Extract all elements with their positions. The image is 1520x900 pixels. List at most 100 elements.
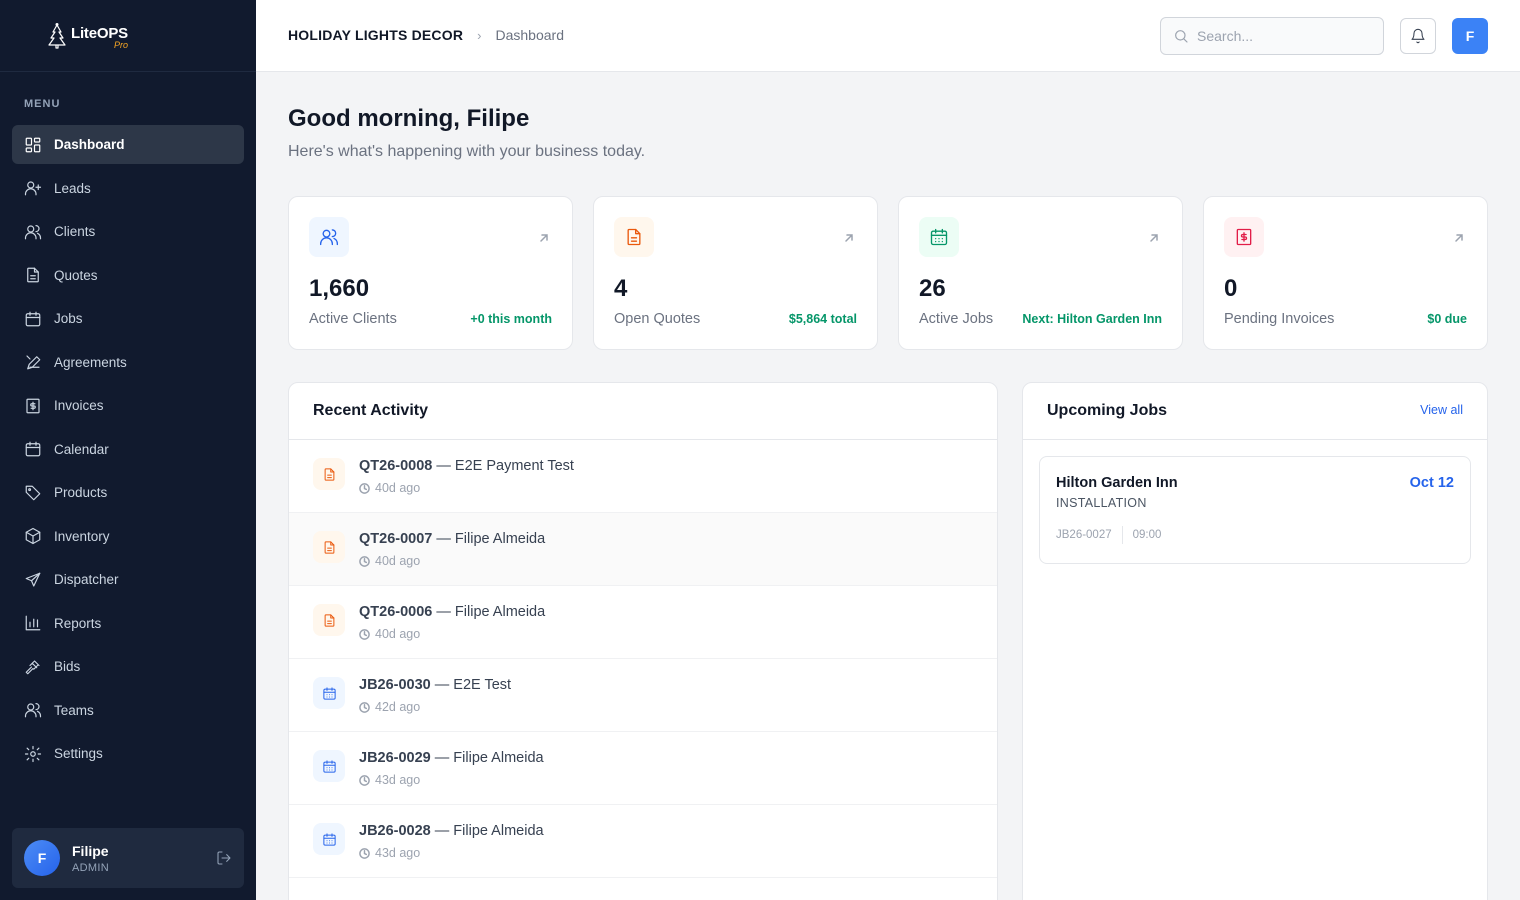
activity-time-text: 40d ago — [375, 481, 421, 495]
notifications-button[interactable] — [1400, 18, 1436, 54]
sidebar-item-calendar[interactable]: Calendar — [12, 430, 244, 469]
signature-icon — [26, 355, 41, 370]
tag-icon — [25, 485, 41, 500]
sidebar-item-label: Dashboard — [54, 137, 125, 152]
sidebar-item-label: Calendar — [54, 441, 109, 457]
user-info: Filipe ADMIN — [72, 843, 109, 874]
activity-time-text: 43d ago — [375, 846, 421, 860]
users-icon — [24, 703, 42, 718]
activity-time-text: 40d ago — [375, 627, 421, 641]
activity-icon-box — [313, 823, 345, 855]
activity-icon-box — [313, 604, 345, 636]
stat-card-clients[interactable]: 1,660 Active Clients +0 this month — [288, 196, 573, 350]
activity-icon-box — [313, 677, 345, 709]
activity-text: — E2E Payment Test — [432, 458, 574, 474]
activity-item[interactable]: JB26-0029 — Filipe Almeida 43d ago — [289, 732, 997, 805]
sidebar-item-inventory[interactable]: Inventory — [12, 517, 244, 556]
activity-icon-box — [313, 531, 345, 563]
stat-icon-box — [919, 217, 959, 257]
sidebar-item-label: Products — [54, 485, 108, 500]
activity-text: — Filipe Almeida — [430, 823, 544, 839]
sidebar-item-reports[interactable]: Reports — [12, 604, 244, 643]
sidebar-item-settings[interactable]: Settings — [12, 734, 244, 773]
sidebar-item-teams[interactable]: Teams — [12, 691, 244, 730]
activity-item[interactable]: JB26-0028 — Filipe Almeida 43d ago — [289, 805, 997, 878]
activity-title: JB26-0028 — Filipe Almeida — [359, 823, 544, 839]
activity-code: QT26-0006 — [359, 604, 433, 620]
card-title: Upcoming Jobs — [1047, 402, 1168, 419]
activity-item[interactable]: QT26-0006 — Filipe Almeida 40d ago — [289, 586, 997, 659]
activity-time: 42d ago — [359, 700, 420, 714]
sidebar-item-label: Agreements — [54, 354, 127, 370]
sidebar-item-label: Teams — [54, 702, 94, 718]
job-code: JB26-0027 — [1056, 529, 1112, 541]
sidebar-item-products[interactable]: Products — [12, 473, 244, 512]
job-name: Hilton Garden Inn — [1056, 475, 1178, 491]
activity-time-text: 40d ago — [375, 554, 421, 568]
sidebar-item-quotes[interactable]: Quotes — [12, 256, 244, 295]
view-all-link[interactable]: View all — [1420, 403, 1463, 417]
activity-text: — E2E Test — [430, 677, 512, 693]
stat-card-invoices[interactable]: 0 Pending Invoices $0 due — [1203, 196, 1488, 350]
activity-icon-box — [313, 458, 345, 490]
stat-label: Active Jobs — [919, 311, 994, 327]
stat-note: +0 this month — [470, 312, 552, 326]
logo-text: LiteOPS Pro — [71, 26, 128, 50]
chevron-right-icon: › — [477, 27, 482, 43]
search-input[interactable] — [1197, 28, 1367, 44]
sidebar-item-label: Reports — [54, 615, 102, 631]
activity-title: JB26-0030 — E2E Test — [359, 677, 511, 693]
calendar-icon — [322, 686, 336, 700]
sidebar-item-leads[interactable]: Leads — [12, 169, 244, 208]
arrow-up-right-icon — [538, 231, 550, 243]
activity-item[interactable]: QT26-0008 — E2E Payment Test 40d ago — [289, 440, 997, 513]
activity-item[interactable]: JB26-0030 — E2E Test 42d ago — [289, 659, 997, 732]
arrow-up-right-icon — [1453, 231, 1465, 243]
logout-icon[interactable] — [216, 850, 232, 866]
job-time: 09:00 — [1132, 529, 1162, 541]
user-card[interactable]: F Filipe ADMIN — [12, 828, 244, 888]
user-role: ADMIN — [72, 861, 109, 874]
search-icon — [1175, 30, 1188, 43]
sidebar-item-invoices[interactable]: Invoices — [12, 386, 244, 425]
breadcrumb-company[interactable]: HOLIDAY LIGHTS DECOR — [288, 27, 463, 43]
sidebar-item-label: Quotes — [54, 267, 98, 283]
sidebar-item-jobs[interactable]: Jobs — [12, 299, 244, 338]
divider — [1023, 439, 1487, 440]
arrow-up-right-icon — [1148, 231, 1160, 243]
activity-time: 40d ago — [359, 481, 420, 495]
sidebar-item-dashboard[interactable]: Dashboard — [12, 125, 244, 164]
avatar-button[interactable]: F — [1452, 18, 1488, 54]
job-card[interactable]: Hilton Garden Inn INSTALLATION Oct 12 JB… — [1039, 456, 1471, 564]
activity-code: JB26-0030 — [359, 677, 431, 693]
logo[interactable]: LiteOPS Pro — [0, 0, 256, 72]
activity-title: QT26-0008 — E2E Payment Test — [359, 458, 574, 474]
sidebar-item-bids[interactable]: Bids — [12, 647, 244, 686]
sidebar: LiteOPS Pro MENU Dashboard Leads Clients… — [0, 0, 256, 900]
stat-icon-box — [614, 217, 654, 257]
activity-title: QT26-0006 — Filipe Almeida — [359, 604, 545, 620]
stat-card-jobs[interactable]: 26 Active Jobs Next: Hilton Garden Inn — [898, 196, 1183, 350]
sidebar-item-agreements[interactable]: Agreements — [12, 343, 244, 382]
breadcrumb-page: Dashboard — [495, 27, 564, 43]
send-icon — [25, 572, 41, 587]
activity-item[interactable]: QT26-0007 — Filipe Almeida 40d ago — [289, 513, 997, 586]
activity-title: JB26-0029 — Filipe Almeida — [359, 750, 544, 766]
sidebar-item-label: Inventory — [54, 528, 110, 544]
gavel-icon — [25, 659, 40, 674]
sidebar-item-clients[interactable]: Clients — [12, 212, 244, 251]
stat-card-quotes[interactable]: 4 Open Quotes $5,864 total — [593, 196, 878, 350]
dollar-document-icon — [1236, 228, 1252, 246]
document-icon — [627, 228, 641, 246]
activity-time-text: 42d ago — [375, 700, 421, 714]
search-box[interactable] — [1160, 17, 1384, 55]
sidebar-nav: Dashboard Leads Clients Quotes Jobs Agre… — [12, 125, 244, 778]
sidebar-item-label: Dispatcher — [54, 572, 119, 587]
stat-label: Active Clients — [309, 311, 397, 327]
stat-note: $0 due — [1427, 312, 1467, 326]
activity-text: — Filipe Almeida — [432, 531, 546, 547]
dollar-document-icon — [26, 398, 40, 413]
stat-value: 1,660 — [309, 275, 370, 302]
sidebar-item-dispatcher[interactable]: Dispatcher — [12, 560, 244, 599]
activity-code: JB26-0029 — [359, 750, 431, 766]
